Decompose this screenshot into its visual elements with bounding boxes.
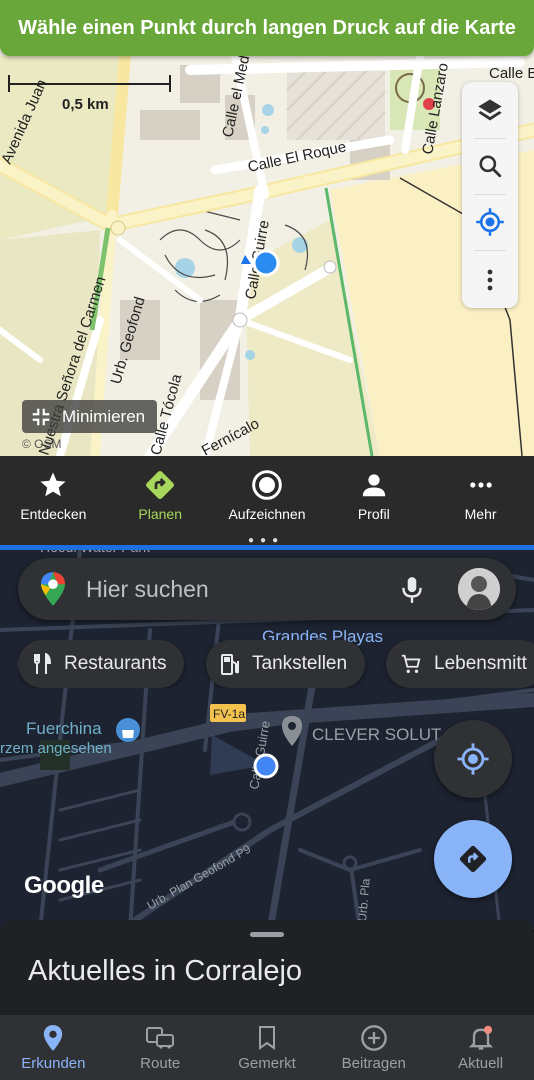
nav-planen[interactable]: Planen <box>107 456 214 539</box>
google-logo: Google <box>24 872 104 899</box>
nav-aufzeichnen[interactable]: Aufzeichnen <box>214 456 321 539</box>
person-icon <box>362 474 386 497</box>
nav-mehr-label: Mehr <box>464 506 497 522</box>
split-handle-dots[interactable]: ●●● <box>248 535 284 546</box>
osm-map[interactable]: Avenida Juan Calle el Med Calle Be Calle… <box>0 0 534 456</box>
record-icon <box>252 470 282 500</box>
search-button[interactable] <box>462 140 518 192</box>
layers-icon <box>478 99 502 121</box>
nav-profil[interactable]: Profil <box>320 456 427 539</box>
chip-tankstellen[interactable]: Tankstellen <box>206 640 366 688</box>
nav-aktuell-label: Aktuell <box>458 1055 504 1072</box>
directions-icon <box>459 845 487 873</box>
restaurant-icon <box>34 653 52 674</box>
map2-label-angesehen: rzem angesehen <box>0 740 112 757</box>
commute-icon <box>146 1027 175 1049</box>
nav-aufzeichnen-label: Aufzeichnen <box>228 506 306 522</box>
nav-beitragen-label: Beitragen <box>341 1055 406 1072</box>
sheet-drag-handle[interactable] <box>250 932 284 937</box>
avatar-image <box>458 568 500 610</box>
minimize-label: Minimieren <box>62 406 146 426</box>
chip-restaurants-label: Restaurants <box>64 653 167 674</box>
search-icon <box>479 155 502 178</box>
nav-gemerkt-label: Gemerkt <box>238 1055 296 1072</box>
map-controls-panel <box>462 82 518 308</box>
search-placeholder: Hier suchen <box>86 576 209 602</box>
minimize-button[interactable]: Minimieren <box>22 400 158 433</box>
nav-gemerkt[interactable]: Gemerkt <box>214 1015 321 1080</box>
nav-route[interactable]: Route <box>107 1015 214 1080</box>
directions-button[interactable] <box>434 820 512 898</box>
top-app-bottom-nav: Entdecken Planen Aufzeichnen Profil Mehr <box>0 456 534 539</box>
gas-station-icon <box>221 654 239 675</box>
hint-banner-text: Wähle einen Punkt durch langen Druck auf… <box>18 16 516 39</box>
more-horizontal-icon <box>469 482 492 488</box>
map2-label-water-park: Hoodi Water Park <box>40 550 151 555</box>
location-pin-icon <box>44 1025 63 1051</box>
map2-label-clever: CLEVER SOLUT <box>312 725 441 744</box>
top-app-window: Avenida Juan Calle el Med Calle Be Calle… <box>0 0 534 545</box>
map2-road-badge: FV-1a <box>213 707 245 721</box>
nav-aktuell[interactable]: Aktuell <box>427 1015 534 1080</box>
chip-lebensmittel-label: Lebensmitt <box>434 653 527 674</box>
osm-attribution[interactable]: © OSM <box>22 437 62 451</box>
nav-entdecken[interactable]: Entdecken <box>0 456 107 539</box>
gps-fixed-icon <box>457 743 489 775</box>
map2-label-fuerchina: Fuerchina <box>26 719 102 738</box>
nav-route-label: Route <box>140 1055 181 1072</box>
more-options-button[interactable] <box>462 254 518 306</box>
chip-tankstellen-label: Tankstellen <box>252 653 348 674</box>
directions-icon <box>146 471 175 499</box>
map1-label-calle-be: Calle Be <box>489 65 534 82</box>
gmaps-bottom-nav: Erkunden Route Gemerkt Beitragen Aktuell <box>0 1015 534 1080</box>
chip-restaurants[interactable]: Restaurants <box>18 640 185 688</box>
hint-banner: Wähle einen Punkt durch langen Druck auf… <box>0 0 534 56</box>
my-location-button[interactable] <box>434 720 512 798</box>
search-bar[interactable]: Hier suchen <box>18 558 516 620</box>
nav-beitragen[interactable]: Beitragen <box>320 1015 427 1080</box>
add-circle-icon <box>360 1025 387 1051</box>
category-chips: Restaurants Tankstellen Lebensmitt <box>18 640 534 688</box>
star-icon <box>40 472 66 497</box>
chip-lebensmittel[interactable]: Lebensmitt <box>386 640 534 688</box>
cart-icon <box>401 654 421 673</box>
more-vertical-icon <box>487 269 493 291</box>
my-location-button[interactable] <box>462 196 518 248</box>
nav-profil-label: Profil <box>357 506 390 522</box>
avatar[interactable] <box>458 568 500 610</box>
sheet-title: Aktuelles in Corralejo <box>28 955 303 987</box>
nav-erkunden-label: Erkunden <box>21 1055 86 1072</box>
scale-label: 0,5 km <box>62 96 109 113</box>
bookmark-icon <box>258 1026 275 1050</box>
gps-fixed-icon <box>476 208 504 236</box>
nav-erkunden[interactable]: Erkunden <box>0 1015 107 1080</box>
layers-button[interactable] <box>462 84 518 136</box>
microphone-icon[interactable] <box>399 575 425 605</box>
minimize-icon <box>32 408 50 425</box>
nav-entdecken-label: Entdecken <box>20 506 87 522</box>
google-maps-pin-icon <box>41 572 65 606</box>
nav-planen-label: Planen <box>138 506 182 522</box>
nav-mehr[interactable]: Mehr <box>427 456 534 539</box>
bell-icon <box>468 1025 493 1050</box>
